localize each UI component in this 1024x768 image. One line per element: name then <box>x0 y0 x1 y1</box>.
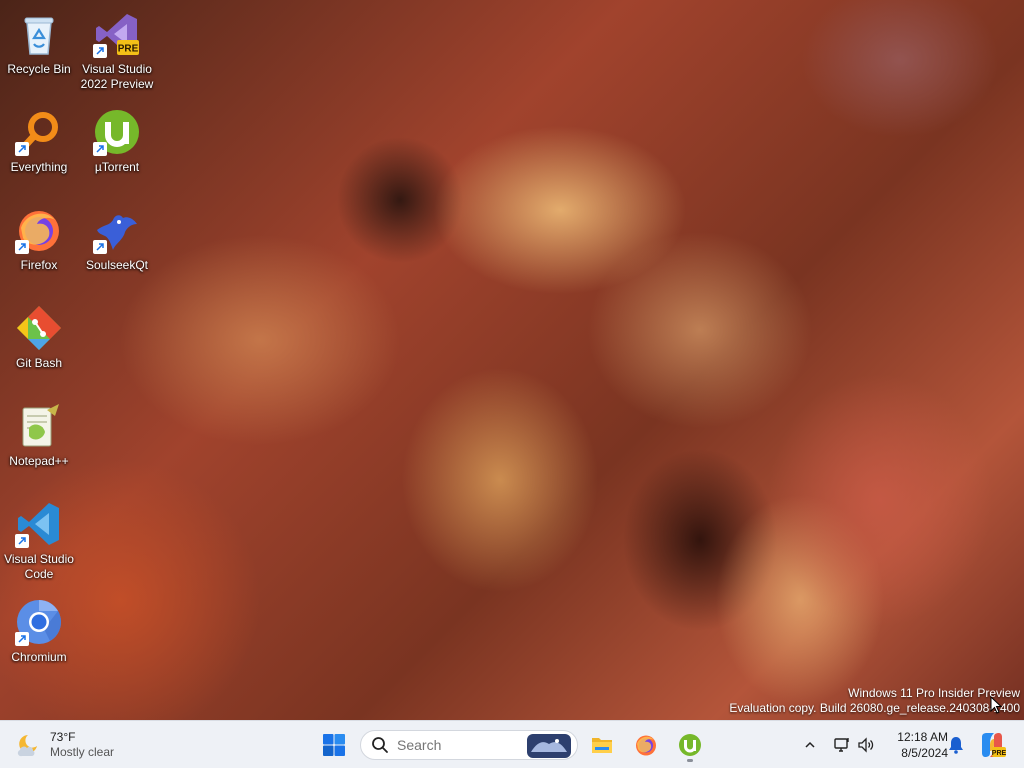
desktop-icon-label: Recycle Bin <box>7 62 71 76</box>
shortcut-arrow-icon <box>15 534 29 548</box>
desktop-icon-label: µTorrent <box>94 160 140 174</box>
mouse-cursor-icon <box>990 696 1002 714</box>
desktop-icon-everything[interactable]: Everything <box>0 102 78 194</box>
desktop-icon-git-bash[interactable]: Git Bash <box>0 298 78 390</box>
windows-evaluation-watermark: Windows 11 Pro Insider Preview Evaluatio… <box>729 686 1020 716</box>
watermark-line-1: Windows 11 Pro Insider Preview <box>848 686 1020 700</box>
network-status[interactable] <box>832 733 852 757</box>
bell-icon <box>949 737 963 754</box>
firefox-icon <box>15 206 63 254</box>
utorrent-icon <box>93 108 141 156</box>
clock-time: 12:18 AM <box>897 730 948 744</box>
pre-badge: PRE <box>118 44 139 55</box>
recycle-bin-icon <box>15 10 63 58</box>
running-indicator <box>687 759 693 762</box>
copilot-icon[interactable]: PRE <box>978 731 1006 759</box>
notifications-button[interactable] <box>946 733 966 757</box>
desktop-icon-label: Visual Studio 2022 Preview <box>80 62 154 91</box>
taskbar-clock[interactable]: 12:18 AM 8/5/2024 <box>882 729 948 761</box>
weather-temperature: 73°F <box>50 730 76 744</box>
start-icon <box>323 734 345 756</box>
vscode-icon <box>15 500 63 548</box>
everything-search-icon <box>15 108 63 156</box>
desktop-icon-label: Everything <box>10 160 68 174</box>
chevron-up-icon <box>805 741 815 748</box>
moon-partly-cloudy-icon <box>17 735 37 757</box>
svg-text:PRE: PRE <box>992 750 1006 757</box>
chromium-icon <box>15 598 63 646</box>
soulseek-icon <box>93 206 141 254</box>
visual-studio-preview-icon: PRE <box>93 10 141 58</box>
git-bash-icon <box>15 304 63 352</box>
start-button[interactable] <box>316 727 352 763</box>
volume-control[interactable] <box>856 733 876 757</box>
taskbar-firefox[interactable] <box>628 727 664 763</box>
desktop-icon-chromium[interactable]: Chromium <box>0 592 78 684</box>
taskbar-search-box[interactable] <box>360 730 578 760</box>
desktop-icon-vscode[interactable]: Visual Studio Code <box>0 494 78 586</box>
shortcut-arrow-icon <box>93 240 107 254</box>
desktop-icon-label: SoulseekQt <box>85 258 149 272</box>
utorrent-icon <box>679 734 701 756</box>
shortcut-arrow-icon <box>93 142 107 156</box>
desktop-icon-soulseek[interactable]: SoulseekQt <box>78 200 156 292</box>
search-icon <box>372 737 388 753</box>
shortcut-arrow-icon <box>93 44 107 58</box>
taskbar: 73°F Mostly clear Search 12:18 AM 8/5/20… <box>0 720 1024 768</box>
weather-widget[interactable]: 73°F Mostly clear <box>14 727 114 763</box>
desktop-icon-utorrent[interactable]: µTorrent <box>78 102 156 194</box>
taskbar-utorrent[interactable] <box>672 727 708 763</box>
file-explorer-icon <box>592 738 612 753</box>
speaker-icon <box>858 737 874 753</box>
shortcut-arrow-icon <box>15 632 29 646</box>
search-highlight-icon <box>527 734 571 758</box>
taskbar-file-explorer[interactable] <box>584 727 620 763</box>
clock-date: 8/5/2024 <box>901 746 948 760</box>
desktop-icon-recycle-bin[interactable]: Recycle Bin <box>0 4 78 96</box>
desktop-icon-visual-studio-preview[interactable]: PRE Visual Studio 2022 Preview <box>78 4 156 96</box>
notepad-plus-plus-icon <box>15 402 63 450</box>
show-hidden-icons-button[interactable] <box>800 733 820 757</box>
weather-condition: Mostly clear <box>50 745 115 759</box>
shortcut-arrow-icon <box>15 142 29 156</box>
shortcut-arrow-icon <box>15 240 29 254</box>
firefox-icon <box>636 735 656 756</box>
network-icon <box>834 738 849 752</box>
desktop: Recycle Bin PRE Visual Studio 2022 Previ… <box>0 0 1024 720</box>
desktop-icon-label: Notepad++ <box>9 454 69 468</box>
desktop-icon-label: Visual Studio Code <box>4 552 74 581</box>
desktop-icon-label: Firefox <box>20 258 58 272</box>
desktop-icon-notepad-plus-plus[interactable]: Notepad++ <box>0 396 78 488</box>
desktop-icon-label: Git Bash <box>15 356 63 370</box>
desktop-icon-label: Chromium <box>11 650 67 664</box>
search-input[interactable] <box>397 737 517 753</box>
desktop-icon-firefox[interactable]: Firefox <box>0 200 78 292</box>
watermark-line-2: Evaluation copy. Build 26080.ge_release.… <box>729 701 1020 715</box>
